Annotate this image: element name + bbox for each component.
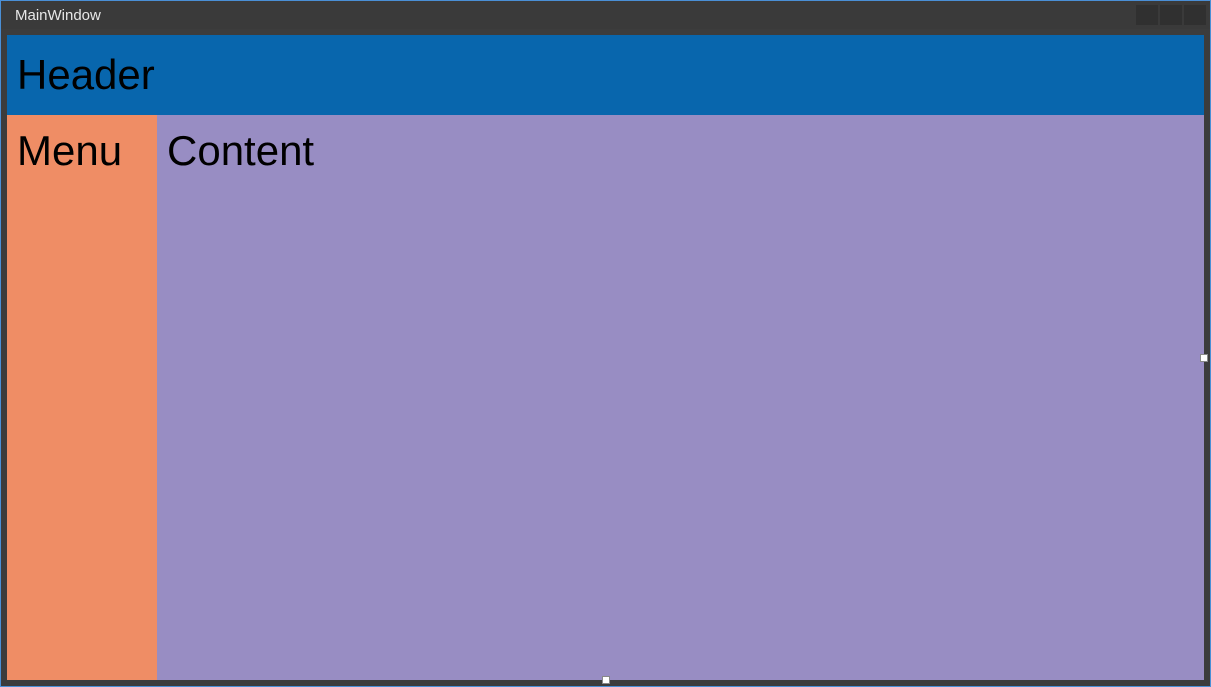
window-title: MainWindow <box>15 7 101 24</box>
main-window: MainWindow Header Menu Content <box>0 0 1211 687</box>
designer-surface[interactable]: Header Menu Content <box>7 35 1204 680</box>
maximize-button[interactable] <box>1160 5 1182 25</box>
window-controls <box>1134 5 1206 25</box>
resize-handle-bottom[interactable] <box>602 676 610 684</box>
close-button[interactable] <box>1184 5 1206 25</box>
header-label: Header <box>17 51 155 99</box>
header-region[interactable]: Header <box>7 35 1204 115</box>
content-label: Content <box>167 127 314 174</box>
main-region: Menu Content <box>7 115 1204 680</box>
resize-handle-right[interactable] <box>1200 354 1208 362</box>
menu-region[interactable]: Menu <box>7 115 157 680</box>
minimize-button[interactable] <box>1136 5 1158 25</box>
content-region[interactable]: Content <box>157 115 1204 680</box>
menu-label: Menu <box>17 127 122 174</box>
titlebar[interactable]: MainWindow <box>1 1 1210 29</box>
